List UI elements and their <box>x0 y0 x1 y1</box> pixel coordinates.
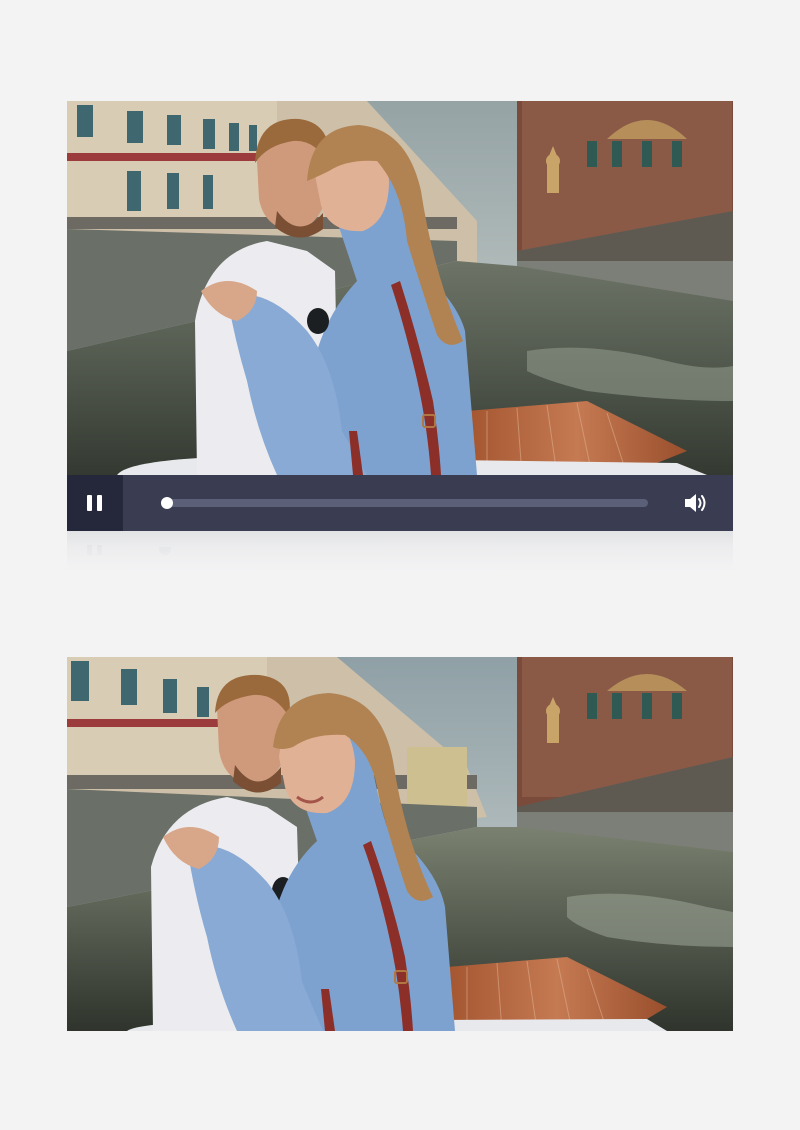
video-scene-bottom <box>67 657 733 1031</box>
volume-button[interactable] <box>683 491 709 515</box>
volume-icon <box>685 494 706 512</box>
pause-button[interactable] <box>67 475 123 531</box>
video-frame-bottom[interactable] <box>67 657 733 1031</box>
control-bar-reflection <box>67 531 733 571</box>
video-scene-top <box>67 101 733 475</box>
progress-slider[interactable] <box>161 497 648 509</box>
video-frame-top[interactable] <box>67 101 733 475</box>
progress-track <box>161 499 648 507</box>
reflection-fade <box>67 531 733 571</box>
video-control-bar <box>67 475 733 531</box>
progress-handle[interactable] <box>161 497 173 509</box>
